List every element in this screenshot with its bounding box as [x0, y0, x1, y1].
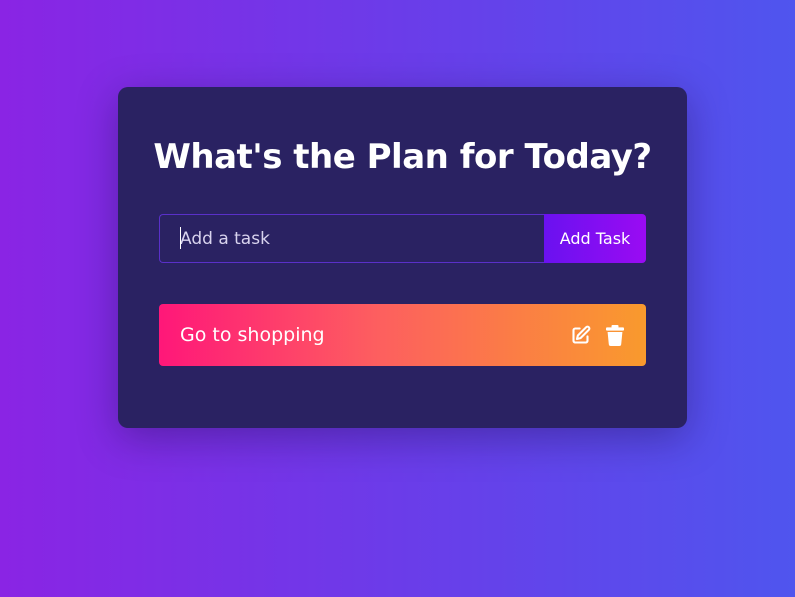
add-task-button[interactable]: Add Task — [544, 214, 646, 263]
text-caret — [180, 227, 181, 249]
todo-card: What's the Plan for Today? Add Task Go t… — [118, 87, 687, 428]
todo-form: Add Task — [159, 214, 646, 263]
todo-item: Go to shopping — [159, 304, 646, 366]
task-input-wrapper — [159, 214, 544, 263]
page-title: What's the Plan for Today? — [153, 137, 652, 177]
todo-actions — [569, 324, 626, 346]
task-input[interactable] — [159, 214, 544, 263]
todo-text: Go to shopping — [180, 324, 325, 346]
edit-icon[interactable] — [569, 324, 591, 346]
trash-icon[interactable] — [604, 324, 626, 346]
